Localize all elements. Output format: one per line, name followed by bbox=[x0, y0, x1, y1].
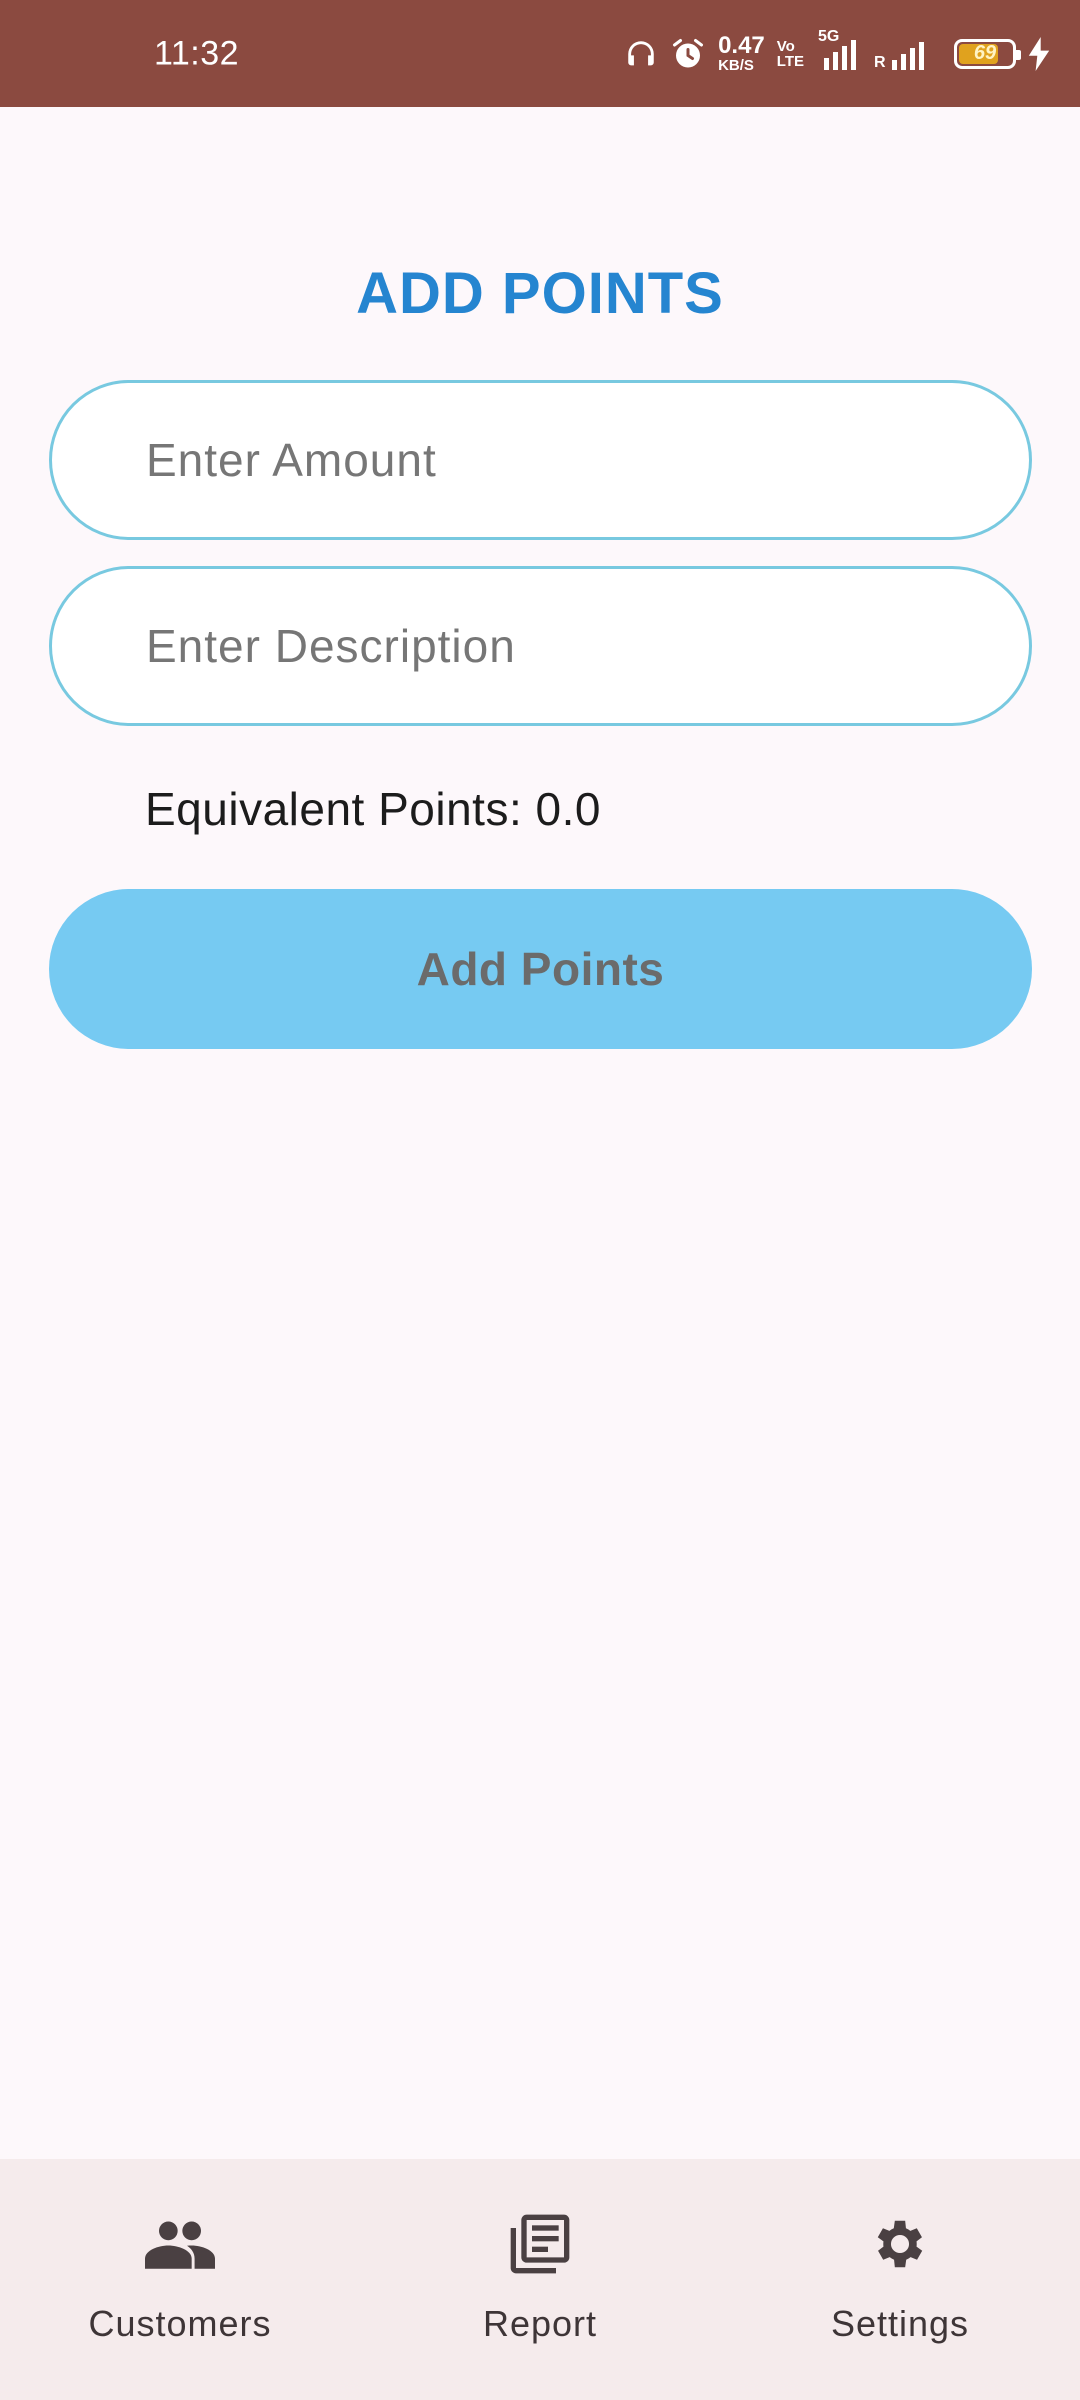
nav-item-customers[interactable]: Customers bbox=[0, 2159, 360, 2400]
add-points-screen: ADD POINTS Equivalent Points: 0.0 Add Po… bbox=[0, 107, 1080, 2159]
people-icon bbox=[145, 2209, 215, 2279]
signal-icon: R bbox=[874, 36, 936, 72]
page-title: ADD POINTS bbox=[356, 261, 724, 326]
status-bar: 11:32 0.47 KB/S Vo LTE 5G R 69 bbox=[0, 0, 1080, 107]
signal-5g-icon: 5G bbox=[816, 28, 862, 72]
nav-item-settings[interactable]: Settings bbox=[720, 2159, 1080, 2400]
bottom-nav: Customers Report Settings bbox=[0, 2159, 1080, 2400]
alarm-icon bbox=[670, 36, 706, 72]
amount-field[interactable] bbox=[49, 380, 1032, 540]
add-points-button[interactable]: Add Points bbox=[49, 889, 1032, 1049]
nav-label-customers: Customers bbox=[88, 2303, 272, 2344]
nav-label-settings: Settings bbox=[830, 2303, 970, 2344]
status-icons: 0.47 KB/S Vo LTE 5G R 69 bbox=[624, 0, 1050, 107]
charging-icon bbox=[1028, 36, 1050, 71]
volte-indicator: Vo LTE bbox=[776, 37, 804, 70]
description-field[interactable] bbox=[49, 566, 1032, 726]
amount-input[interactable] bbox=[146, 433, 1029, 487]
nav-label-report: Report bbox=[482, 2303, 598, 2344]
battery-icon: 69 bbox=[954, 38, 1021, 69]
net-speed: 0.47 KB/S bbox=[718, 32, 765, 74]
description-input[interactable] bbox=[146, 619, 1029, 673]
gear-icon bbox=[869, 2209, 931, 2279]
nav-item-report[interactable]: Report bbox=[360, 2159, 720, 2400]
status-time: 11:32 bbox=[154, 34, 240, 72]
report-icon bbox=[508, 2209, 572, 2279]
equivalent-points-label: Equivalent Points: 0.0 bbox=[145, 783, 601, 835]
headphones-icon bbox=[624, 37, 658, 71]
